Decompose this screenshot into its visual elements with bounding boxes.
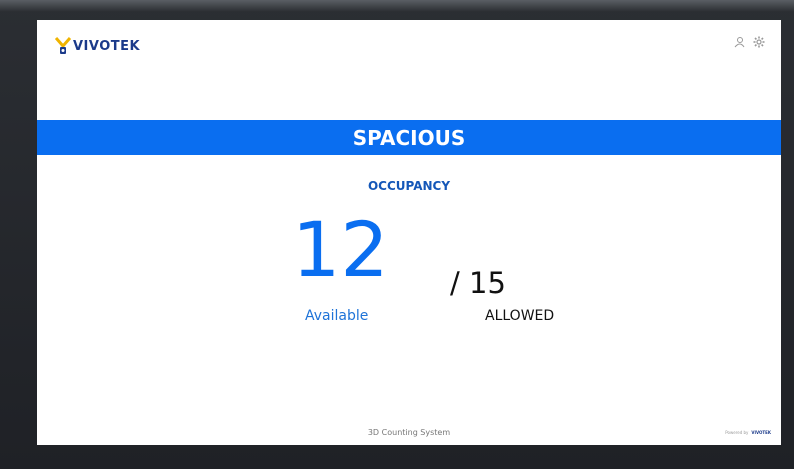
available-label: Available (305, 308, 369, 324)
vivotek-logo: VIVOTEK (54, 35, 141, 57)
status-text: SPACIOUS (352, 125, 466, 150)
occupancy-label: OCCUPANCY (367, 179, 451, 193)
user-icon[interactable] (733, 36, 745, 51)
available-count: 12 (292, 205, 389, 294)
counting-display: VIVOTEK SPACIOUS OCCUPANCY 12 / 15 Avail… (37, 20, 781, 445)
status-banner: SPACIOUS (37, 120, 781, 155)
allowed-label: ALLOWED (485, 308, 555, 324)
gear-icon[interactable] (753, 36, 765, 51)
powered-by-label: Powered by (725, 430, 749, 435)
powered-by: Powered by VIVOTEK (725, 430, 771, 435)
allowed-count: / 15 (450, 266, 506, 300)
powered-by-logo: VIVOTEK (751, 430, 771, 435)
logo-mark-icon (54, 36, 72, 56)
system-name: 3D Counting System (367, 428, 451, 437)
header-actions (733, 36, 765, 51)
logo-text: VIVOTEK (73, 38, 141, 54)
